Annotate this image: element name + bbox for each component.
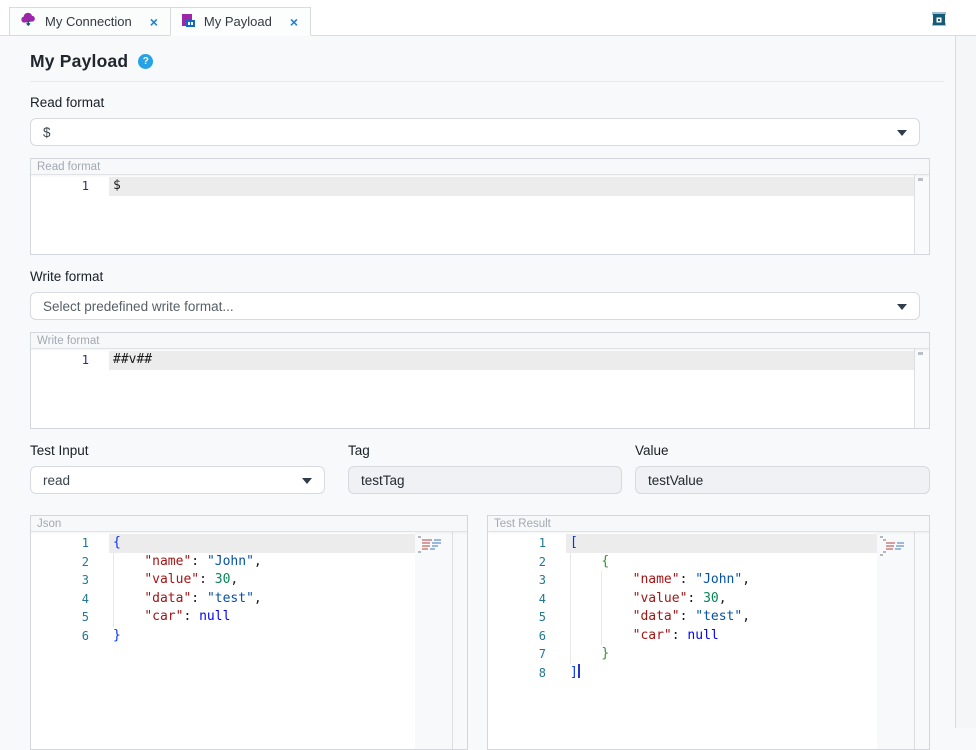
- minimap[interactable]: [415, 532, 452, 749]
- editor-scrollbar[interactable]: [914, 175, 929, 254]
- chevron-down-icon: [302, 478, 312, 484]
- payload-form: My Payload ? Read format $ Read format 1…: [30, 36, 930, 750]
- read-format-code-area[interactable]: 1$: [31, 175, 929, 254]
- close-icon[interactable]: ×: [150, 15, 158, 29]
- editor-scrollbar[interactable]: [914, 532, 929, 749]
- page-title: My Payload: [30, 51, 128, 72]
- json-editor: Json 1{2 "name": "John",3 "value": 30,4: [30, 515, 468, 750]
- test-input-label: Test Input: [30, 443, 325, 459]
- close-icon[interactable]: ×: [290, 15, 298, 29]
- test-input-select-value: read: [43, 473, 70, 488]
- payload-braces-icon: [181, 13, 196, 31]
- test-result-editor-title: Test Result: [488, 516, 929, 532]
- read-format-select-value: $: [43, 125, 51, 140]
- test-result-code-area[interactable]: 1[2 {3 "name": "John",4 "value": 30,5 "d…: [488, 532, 929, 749]
- editor-scrollbar[interactable]: [914, 349, 929, 428]
- panel-toggle-icon[interactable]: [930, 10, 948, 28]
- write-format-select[interactable]: Select predefined write format...: [30, 292, 920, 320]
- write-format-editor-title: Write format: [31, 333, 929, 349]
- tag-label: Tag: [348, 443, 622, 459]
- write-format-label: Write format: [30, 269, 930, 285]
- minimap: [918, 352, 923, 355]
- indent-guide: [113, 553, 114, 627]
- test-result-editor: Test Result 1[2 {3: [487, 515, 930, 750]
- title-divider: [30, 81, 944, 82]
- write-format-code-area[interactable]: 1##v##: [31, 349, 929, 428]
- test-input-select[interactable]: read: [30, 466, 325, 494]
- read-format-editor-title: Read format: [31, 159, 929, 175]
- tab-my-connection[interactable]: My Connection ×: [9, 7, 171, 36]
- page-scrollbar[interactable]: [955, 36, 976, 728]
- tab-my-payload[interactable]: My Payload ×: [170, 7, 311, 36]
- value-label: Value: [635, 443, 930, 459]
- read-format-label: Read format: [30, 95, 930, 111]
- minimap: [918, 178, 923, 181]
- tab-bar: My Connection × My Payload ×: [0, 0, 976, 36]
- value-input[interactable]: [635, 466, 930, 494]
- editor-scrollbar[interactable]: [452, 532, 467, 749]
- write-format-select-placeholder: Select predefined write format...: [43, 299, 234, 314]
- indent-guide: [601, 571, 602, 645]
- editor-scroll-zone[interactable]: [877, 532, 929, 749]
- cloud-connection-icon: [20, 12, 37, 31]
- chevron-down-icon: [897, 130, 907, 136]
- tab-label: My Payload: [204, 14, 272, 29]
- read-format-select[interactable]: $: [30, 118, 920, 146]
- editor-scroll-zone[interactable]: [415, 532, 467, 749]
- json-editor-title: Json: [31, 516, 467, 532]
- json-code-area[interactable]: 1{2 "name": "John",3 "value": 30,4 "data…: [31, 532, 467, 749]
- indent-guide: [570, 553, 571, 664]
- chevron-down-icon: [897, 304, 907, 310]
- minimap[interactable]: [877, 532, 914, 749]
- write-format-editor: Write format 1##v##: [30, 332, 930, 429]
- help-icon[interactable]: ?: [138, 54, 153, 69]
- read-format-editor: Read format 1$: [30, 158, 930, 255]
- tag-input[interactable]: [348, 466, 622, 494]
- tab-label: My Connection: [45, 14, 132, 29]
